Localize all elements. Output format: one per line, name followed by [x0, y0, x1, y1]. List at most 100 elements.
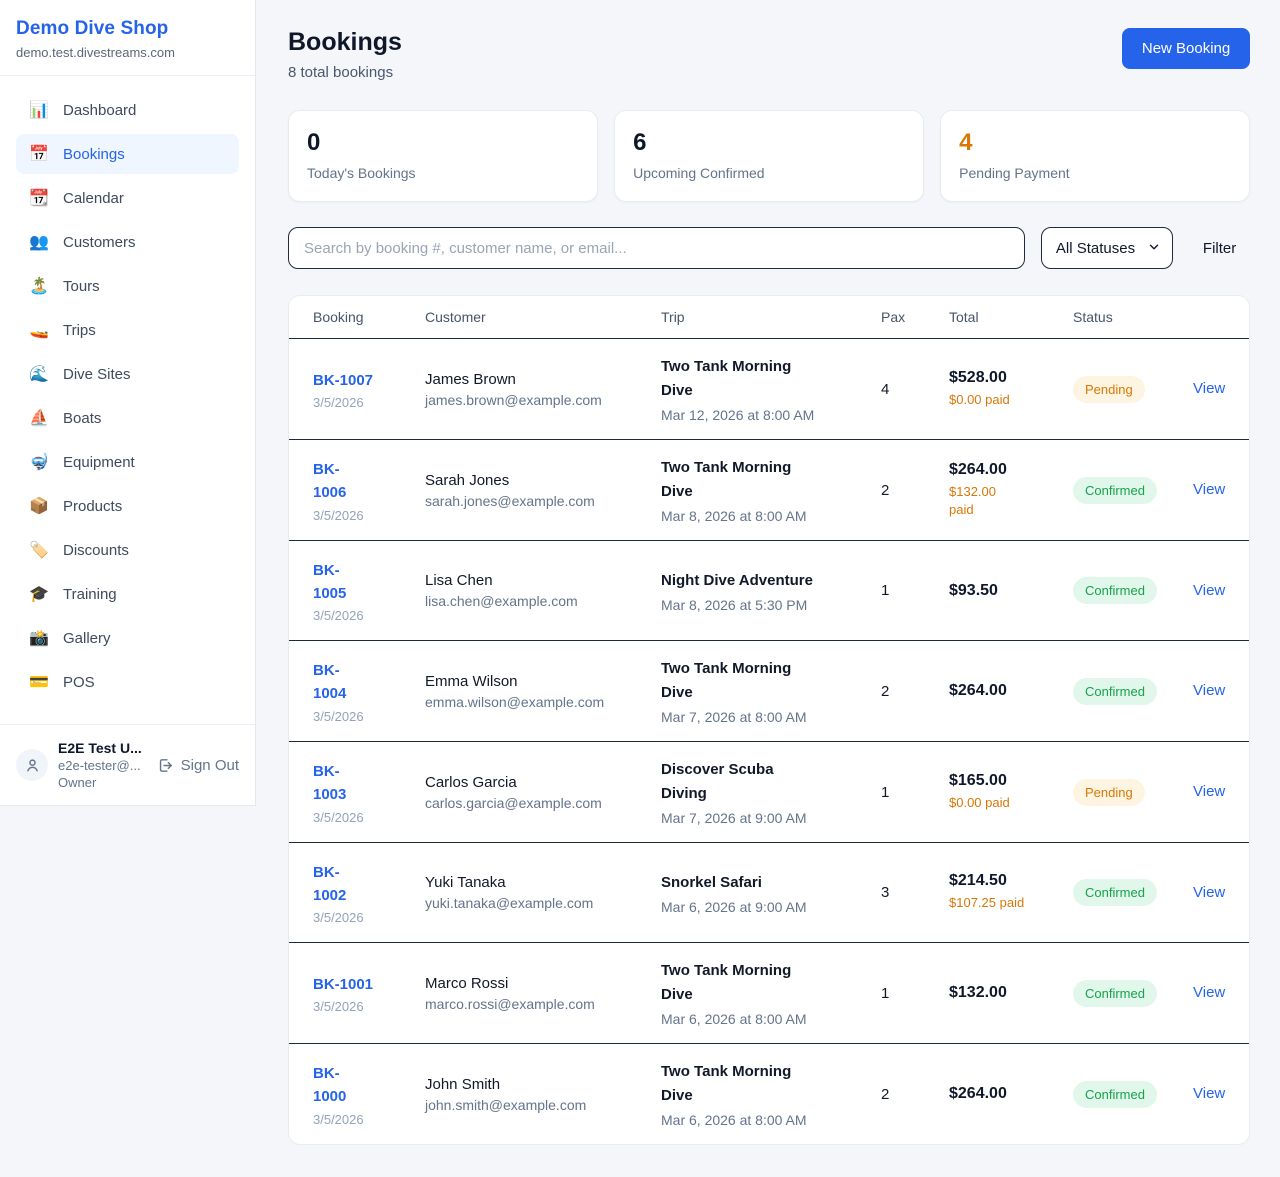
trip-cell: Two Tank MorningDive Mar 12, 2026 at 8:0…	[661, 355, 881, 423]
pax-count: 4	[881, 381, 949, 398]
customer-name: James Brown	[425, 371, 661, 388]
sidebar-item-trips[interactable]: 🚤 Trips	[16, 310, 239, 350]
sidebar-item-products[interactable]: 📦 Products	[16, 486, 239, 526]
view-link[interactable]: View	[1193, 884, 1225, 901]
sidebar-item-pos[interactable]: 💳 POS	[16, 662, 239, 702]
trip-cell: Night Dive Adventure Mar 8, 2026 at 5:30…	[661, 569, 881, 613]
customer-email: carlos.garcia@example.com	[425, 795, 661, 811]
status-badge: Confirmed	[1073, 1081, 1157, 1108]
total-cell: $264.00	[949, 1085, 1073, 1103]
customer-cell: Marco Rossi marco.rossi@example.com	[425, 975, 661, 1012]
sidebar-item-icon: 🎓	[28, 584, 50, 604]
sidebar-item-dive-sites[interactable]: 🌊 Dive Sites	[16, 354, 239, 394]
view-link[interactable]: View	[1193, 783, 1225, 800]
column-header-trip: Trip	[661, 309, 881, 325]
pax-count: 1	[881, 985, 949, 1002]
booking-id-link[interactable]: BK-1004	[313, 659, 425, 706]
booking-id-link[interactable]: BK-1002	[313, 861, 425, 908]
table-row: BK-1003 3/5/2026 Carlos Garcia carlos.ga…	[289, 742, 1249, 843]
trip-cell: Discover ScubaDiving Mar 7, 2026 at 9:00…	[661, 758, 881, 826]
total-amount: $264.00	[949, 461, 1073, 479]
booking-cell: BK-1000 3/5/2026	[313, 1062, 425, 1127]
customer-cell: Yuki Tanaka yuki.tanaka@example.com	[425, 874, 661, 911]
trip-cell: Snorkel Safari Mar 6, 2026 at 9:00 AM	[661, 871, 881, 915]
customer-name: John Smith	[425, 1076, 661, 1093]
paid-amount: $0.00 paid	[949, 391, 1073, 410]
view-link[interactable]: View	[1193, 1085, 1225, 1102]
trip-name: Two Tank MorningDive	[661, 456, 881, 504]
customer-cell: John Smith john.smith@example.com	[425, 1076, 661, 1113]
main-content: Bookings 8 total bookings New Booking 0 …	[256, 0, 1280, 1177]
trip-datetime: Mar 6, 2026 at 9:00 AM	[661, 899, 881, 915]
actions-cell: View	[1193, 682, 1225, 700]
customer-email: john.smith@example.com	[425, 1097, 661, 1113]
sidebar-item-customers[interactable]: 👥 Customers	[16, 222, 239, 262]
table-row: BK-1004 3/5/2026 Emma Wilson emma.wilson…	[289, 641, 1249, 742]
trip-name: Snorkel Safari	[661, 871, 881, 895]
trip-datetime: Mar 6, 2026 at 8:00 AM	[661, 1112, 881, 1128]
customer-email: emma.wilson@example.com	[425, 694, 661, 710]
sidebar-item-dashboard[interactable]: 📊 Dashboard	[16, 90, 239, 130]
status-filter-select[interactable]: All Statuses	[1041, 227, 1173, 269]
status-cell: Confirmed	[1073, 678, 1193, 705]
search-input[interactable]	[288, 227, 1025, 269]
status-cell: Pending	[1073, 779, 1193, 806]
total-amount: $264.00	[949, 682, 1073, 700]
booking-date: 3/5/2026	[313, 508, 425, 523]
sidebar-item-label: Trips	[63, 322, 96, 339]
sidebar-item-training[interactable]: 🎓 Training	[16, 574, 239, 614]
status-badge: Pending	[1073, 376, 1145, 403]
booking-id-link[interactable]: BK-1007	[313, 369, 425, 392]
stat-value: 6	[633, 130, 905, 156]
booking-date: 3/5/2026	[313, 910, 425, 925]
sidebar-item-bookings[interactable]: 📅 Bookings	[16, 134, 239, 174]
status-cell: Confirmed	[1073, 879, 1193, 906]
filter-button[interactable]: Filter	[1189, 240, 1250, 257]
view-link[interactable]: View	[1193, 682, 1225, 699]
customer-cell: Lisa Chen lisa.chen@example.com	[425, 572, 661, 609]
sidebar-item-calendar[interactable]: 📆 Calendar	[16, 178, 239, 218]
sign-out-label: Sign Out	[181, 757, 239, 774]
stat-card-pending-payment: 4 Pending Payment	[940, 110, 1250, 202]
trip-datetime: Mar 12, 2026 at 8:00 AM	[661, 407, 881, 423]
view-link[interactable]: View	[1193, 984, 1225, 1001]
sidebar-item-discounts[interactable]: 🏷️ Discounts	[16, 530, 239, 570]
booking-id-link[interactable]: BK-1001	[313, 973, 425, 996]
table-row: BK-1007 3/5/2026 James Brown james.brown…	[289, 339, 1249, 440]
pax-count: 3	[881, 884, 949, 901]
booking-id-link[interactable]: BK-1006	[313, 458, 425, 505]
booking-date: 3/5/2026	[313, 395, 425, 410]
customer-name: Sarah Jones	[425, 472, 661, 489]
sign-out-button[interactable]: Sign Out	[157, 757, 239, 774]
sidebar-item-gallery[interactable]: 📸 Gallery	[16, 618, 239, 658]
new-booking-button[interactable]: New Booking	[1122, 28, 1250, 69]
sidebar-item-boats[interactable]: ⛵ Boats	[16, 398, 239, 438]
total-amount: $165.00	[949, 772, 1073, 790]
user-name: E2E Test U...	[58, 740, 147, 756]
trip-datetime: Mar 8, 2026 at 5:30 PM	[661, 597, 881, 613]
booking-cell: BK-1002 3/5/2026	[313, 861, 425, 926]
trip-name: Two Tank MorningDive	[661, 657, 881, 705]
view-link[interactable]: View	[1193, 380, 1225, 397]
sidebar-item-equipment[interactable]: 🤿 Equipment	[16, 442, 239, 482]
view-link[interactable]: View	[1193, 481, 1225, 498]
paid-amount: $132.00paid	[949, 483, 1073, 521]
sidebar-item-tours[interactable]: 🏝️ Tours	[16, 266, 239, 306]
column-header-booking: Booking	[313, 309, 425, 325]
customer-name: Carlos Garcia	[425, 774, 661, 791]
trip-datetime: Mar 7, 2026 at 9:00 AM	[661, 810, 881, 826]
page-subtitle: 8 total bookings	[288, 64, 402, 81]
table-row: BK-1000 3/5/2026 John Smith john.smith@e…	[289, 1044, 1249, 1144]
sidebar-item-icon: 🚤	[28, 320, 50, 340]
view-link[interactable]: View	[1193, 582, 1225, 599]
booking-date: 3/5/2026	[313, 999, 425, 1014]
booking-id-link[interactable]: BK-1000	[313, 1062, 425, 1109]
booking-id-link[interactable]: BK-1003	[313, 760, 425, 807]
status-badge: Confirmed	[1073, 577, 1157, 604]
booking-id-link[interactable]: BK-1005	[313, 559, 425, 606]
total-amount: $528.00	[949, 369, 1073, 387]
trip-datetime: Mar 8, 2026 at 8:00 AM	[661, 508, 881, 524]
trip-cell: Two Tank MorningDive Mar 8, 2026 at 8:00…	[661, 456, 881, 524]
sidebar-item-icon: 🌊	[28, 364, 50, 384]
sidebar-item-label: Gallery	[63, 630, 111, 647]
